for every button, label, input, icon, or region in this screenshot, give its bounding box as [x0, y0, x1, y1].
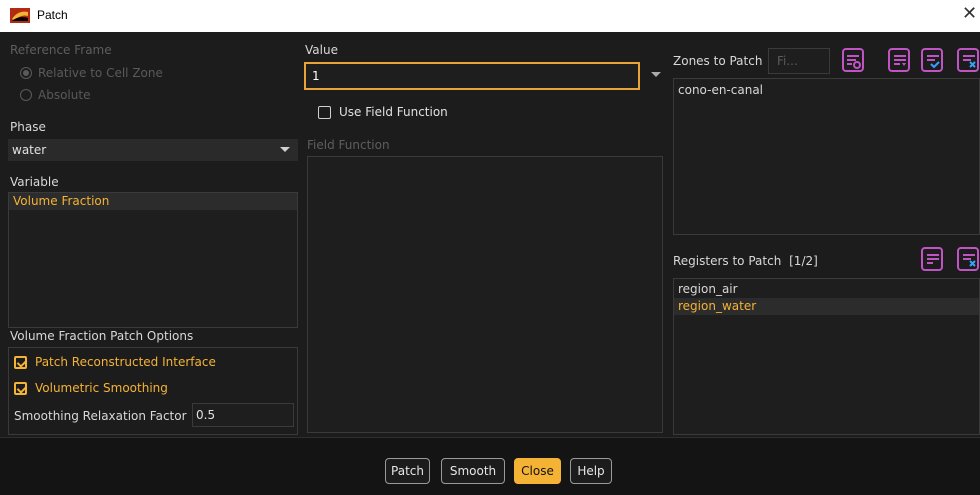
variable-list[interactable]: Volume Fraction — [8, 192, 298, 328]
registers-count: [1/2] — [789, 254, 818, 268]
help-button[interactable]: Help — [570, 458, 612, 484]
select-all-button[interactable] — [921, 48, 943, 72]
relaxation-input[interactable]: 0.5 — [192, 403, 294, 427]
radio-selected-indicator — [20, 67, 32, 79]
patch-reconstructed-checkbox[interactable]: Patch Reconstructed Interface — [14, 355, 216, 369]
select-all-icon — [927, 55, 940, 69]
list-menu-button[interactable] — [888, 48, 910, 72]
vf-options-label: Volume Fraction Patch Options — [10, 329, 194, 343]
zones-list[interactable]: cono-en-canal — [673, 78, 980, 235]
relaxation-label: Smoothing Relaxation Factor — [14, 409, 187, 423]
value-label: Value — [305, 43, 338, 57]
field-function-list[interactable] — [307, 156, 663, 433]
registers-list-menu-button[interactable] — [921, 247, 943, 271]
phase-value: water — [12, 143, 47, 157]
field-function-label: Field Function — [307, 138, 390, 152]
radio-label: Absolute — [38, 88, 91, 102]
title-bar: Patch ✕ — [0, 0, 980, 32]
window-title: Patch — [37, 8, 68, 22]
checkbox-label: Use Field Function — [339, 105, 448, 119]
zones-label: Zones to Patch — [673, 54, 763, 68]
dialog-footer: Patch Smooth Close Help — [0, 437, 980, 495]
close-button[interactable]: Close — [514, 458, 561, 484]
checkbox-checked-icon — [14, 381, 27, 395]
checkbox-unchecked-icon — [318, 105, 331, 119]
reference-frame-label: Reference Frame — [10, 43, 112, 57]
close-icon[interactable]: ✕ — [962, 3, 977, 24]
variable-label: Variable — [10, 175, 59, 189]
smooth-button[interactable]: Smooth — [441, 458, 505, 484]
chevron-down-icon[interactable] — [651, 72, 661, 77]
phase-label: Phase — [10, 120, 46, 134]
checkbox-label: Patch Reconstructed Interface — [35, 355, 216, 369]
radio-indicator — [20, 89, 32, 101]
radio-absolute: Absolute — [20, 88, 90, 102]
radio-label: Relative to Cell Zone — [38, 66, 163, 80]
deselect-all-icon — [963, 254, 976, 267]
volumetric-smoothing-checkbox[interactable]: Volumetric Smoothing — [14, 381, 168, 395]
list-item[interactable]: Volume Fraction — [9, 193, 297, 210]
patch-button[interactable]: Patch — [385, 458, 430, 484]
registers-label-text: Registers to Patch — [673, 254, 782, 268]
list-item[interactable]: region_air — [674, 281, 979, 298]
list-menu-icon — [927, 254, 939, 264]
list-item[interactable]: cono-en-canal — [674, 82, 979, 99]
filter-toggle-button[interactable] — [842, 48, 864, 72]
registers-deselect-all-button[interactable] — [957, 247, 979, 271]
deselect-all-button[interactable] — [957, 48, 979, 72]
checkbox-label: Volumetric Smoothing — [35, 381, 168, 395]
use-field-function-checkbox[interactable]: Use Field Function — [318, 105, 448, 119]
chevron-down-icon — [280, 147, 290, 152]
registers-list[interactable]: region_air region_water — [673, 278, 980, 435]
list-menu-icon — [894, 55, 906, 66]
zones-filter-input[interactable]: Fi... — [768, 48, 830, 74]
filter-toggle-icon — [847, 55, 861, 69]
fluent-app-icon — [10, 8, 30, 23]
phase-dropdown[interactable]: water — [8, 139, 298, 161]
deselect-all-icon — [963, 55, 976, 68]
list-item[interactable]: region_water — [674, 298, 979, 315]
registers-label: Registers to Patch [1/2] — [673, 254, 818, 268]
radio-relative-to-cell-zone: Relative to Cell Zone — [20, 66, 163, 80]
checkbox-checked-icon — [14, 355, 27, 369]
value-input[interactable]: 1 — [304, 62, 640, 90]
dialog-body: Reference Frame Relative to Cell Zone Ab… — [0, 32, 980, 437]
